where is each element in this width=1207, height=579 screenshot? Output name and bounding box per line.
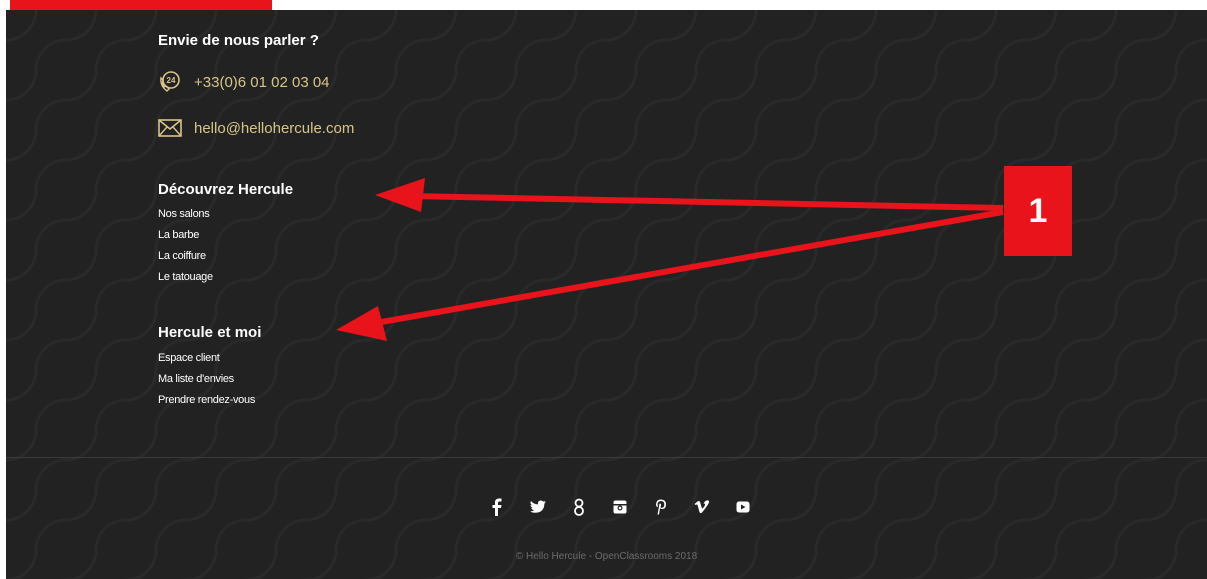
annotation-badge: 1 [1004,166,1072,256]
annotation-arrows [336,178,1004,341]
arrow-to-discover-heading [375,178,1004,212]
arrow-to-account-heading [336,209,1004,341]
